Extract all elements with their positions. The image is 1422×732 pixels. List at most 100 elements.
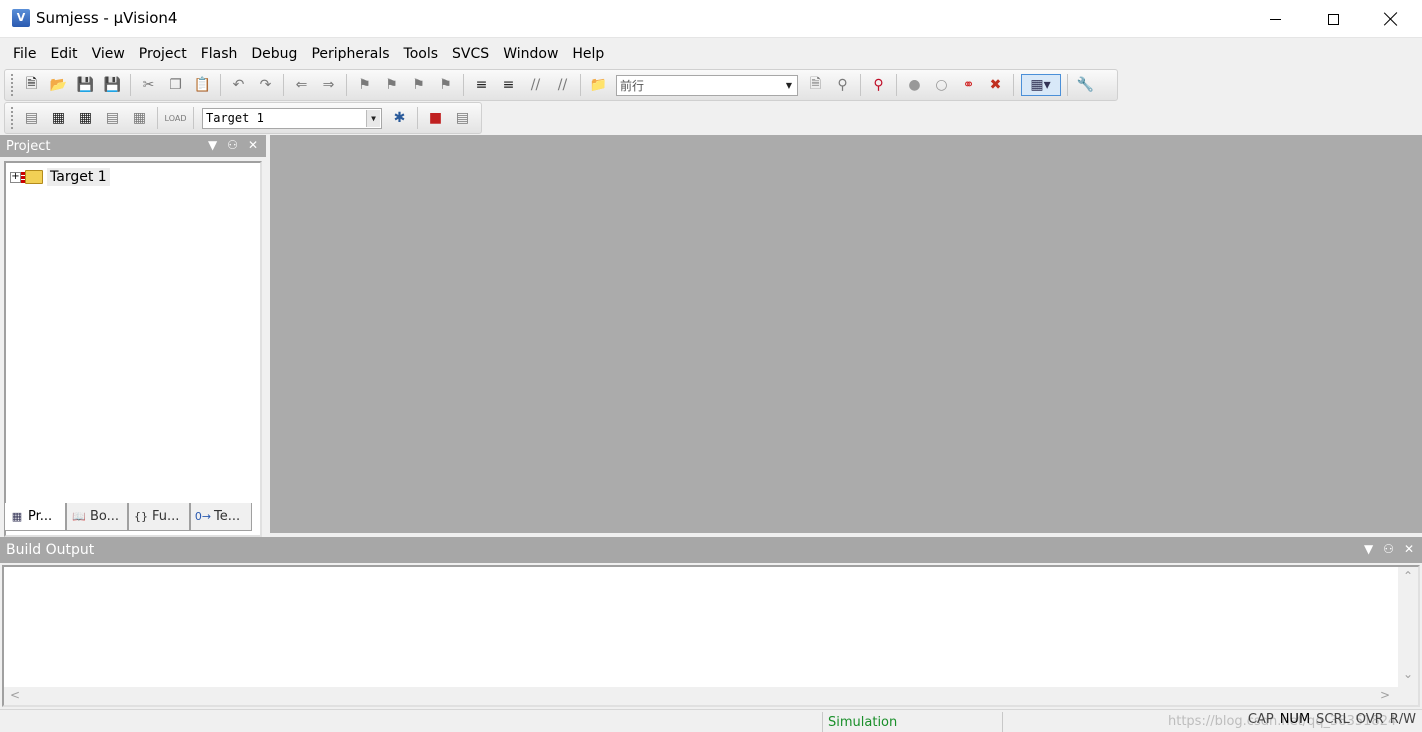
rebuild-icon[interactable]: ▦ [75, 107, 97, 129]
pin-icon[interactable]: ⚇ [1383, 542, 1394, 556]
multi-project-icon[interactable]: ▤ [452, 107, 474, 129]
tab-functions[interactable]: {} Fu... [128, 503, 190, 531]
bookmark-prev-icon[interactable]: ⚑ [381, 74, 403, 96]
find-combo[interactable]: 前行 ▼ [616, 74, 798, 96]
find-combo-value: 前行 [620, 78, 645, 93]
enable-breakpoint-icon[interactable]: ○ [931, 74, 953, 96]
find-in-files-icon[interactable]: 📁 [588, 74, 610, 96]
menu-window[interactable]: Window [496, 42, 565, 66]
redo-icon[interactable]: ↷ [255, 74, 277, 96]
close-icon[interactable]: ✕ [1404, 542, 1414, 556]
tab-project[interactable]: ▦ Pr... [4, 503, 66, 531]
stop-build-icon[interactable]: ▦ [129, 107, 151, 129]
disable-breakpoints-icon[interactable]: ⚭ [958, 74, 980, 96]
manage-components-icon[interactable]: ■ [425, 107, 447, 129]
indent-icon[interactable]: ≡ [471, 74, 493, 96]
menu-help[interactable]: Help [565, 42, 611, 66]
undo-icon[interactable]: ↶ [228, 74, 250, 96]
paste-icon[interactable]: 📋 [192, 74, 214, 96]
bookmark-toggle-icon[interactable]: ⚑ [354, 74, 376, 96]
menu-project[interactable]: Project [132, 42, 194, 66]
cut-icon[interactable]: ✂ [138, 74, 160, 96]
project-panel-header: Project ▼ ⚇ ✕ [0, 135, 266, 157]
menu-tools[interactable]: Tools [397, 42, 446, 66]
download-load-icon[interactable]: LOAD [165, 107, 187, 129]
file-toolbar: 🗎 📂 💾 💾 ✂ ❐ 📋 ↶ ↷ ⇐ ⇒ ⚑ ⚑ ⚑ ⚑ ≡ ≡ // // … [4, 69, 1118, 101]
build-toolbar: ▤ ▦ ▦ ▤ ▦ LOAD Target 1 ▼ ✱ ■ ▤ [4, 102, 482, 134]
templates-icon: 0→ [194, 510, 212, 523]
project-window-icon: ▦ [11, 510, 23, 523]
scroll-left-icon[interactable]: < [10, 688, 20, 702]
find-icon[interactable]: 🗎 [805, 74, 827, 96]
tree-item-target[interactable]: + Target 1 [10, 167, 110, 187]
configure-wrench-icon[interactable]: 🔧 [1075, 74, 1097, 96]
tab-templates[interactable]: 0→ Te... [190, 503, 252, 531]
uncomment-icon[interactable]: // [552, 74, 574, 96]
unindent-icon[interactable]: ≡ [498, 74, 520, 96]
target-options-icon[interactable]: ✱ [389, 107, 411, 129]
horizontal-scrollbar[interactable]: < > [4, 687, 1418, 705]
separator [130, 74, 131, 96]
kill-breakpoints-icon[interactable]: ✖ [985, 74, 1007, 96]
window-layout-icon[interactable]: ▦▾ [1020, 74, 1061, 96]
menu-file[interactable]: File [6, 42, 43, 66]
title-bar: V Sumjess - μVision4 [0, 0, 1422, 38]
navigate-forward-icon[interactable]: ⇒ [318, 74, 340, 96]
status-keys: CAP NUM SCRL OVR R/W [1248, 712, 1416, 727]
menu-svcs[interactable]: SVCS [445, 42, 496, 66]
separator [896, 74, 897, 96]
build-icon[interactable]: ▦ [48, 107, 70, 129]
tab-books[interactable]: 📖 Bo... [66, 503, 128, 531]
incremental-find-icon[interactable]: ⚲ [832, 74, 854, 96]
maximize-button[interactable] [1304, 0, 1362, 38]
scroll-down-icon[interactable]: ⌄ [1403, 667, 1413, 681]
menu-peripherals[interactable]: Peripherals [304, 42, 396, 66]
chevron-down-icon[interactable]: ▼ [1364, 542, 1373, 556]
save-all-icon[interactable]: 💾 [102, 74, 124, 96]
new-file-icon[interactable]: 🗎 [21, 74, 43, 96]
toolbar-grip[interactable] [11, 74, 14, 96]
separator [417, 107, 418, 129]
start-debug-icon[interactable]: ⚲ [868, 74, 890, 96]
status-num: NUM [1279, 712, 1311, 727]
toolbar-grip[interactable] [11, 107, 14, 129]
navigate-back-icon[interactable]: ⇐ [291, 74, 313, 96]
vertical-scrollbar[interactable]: ⌃ ⌄ [1398, 567, 1418, 687]
translate-icon[interactable]: ▤ [21, 107, 43, 129]
insert-breakpoint-icon[interactable]: ● [904, 74, 926, 96]
close-icon[interactable]: ✕ [248, 138, 258, 152]
project-tree[interactable]: + Target 1 [4, 161, 262, 537]
comment-icon[interactable]: // [525, 74, 547, 96]
pin-icon[interactable]: ⚇ [227, 138, 238, 152]
bookmark-clear-icon[interactable]: ⚑ [435, 74, 457, 96]
menu-flash[interactable]: Flash [194, 42, 245, 66]
close-button[interactable] [1362, 0, 1420, 38]
minimize-icon [1269, 18, 1281, 20]
separator [346, 74, 347, 96]
separator [157, 107, 158, 129]
chevron-down-icon[interactable]: ▼ [782, 77, 796, 94]
save-icon[interactable]: 💾 [75, 74, 97, 96]
minimize-button[interactable] [1246, 0, 1304, 38]
menu-edit[interactable]: Edit [43, 42, 84, 66]
copy-icon[interactable]: ❐ [165, 74, 187, 96]
chevron-down-icon[interactable]: ▼ [366, 109, 380, 127]
target-select[interactable]: Target 1 ▼ [202, 107, 382, 129]
build-output-header: Build Output ▼ ⚇ ✕ [0, 537, 1422, 563]
expand-plus-icon[interactable]: + [10, 171, 21, 183]
menu-view[interactable]: View [85, 42, 132, 66]
bookmark-next-icon[interactable]: ⚑ [408, 74, 430, 96]
open-folder-icon[interactable]: 📂 [48, 74, 70, 96]
scroll-right-icon[interactable]: > [1380, 688, 1390, 702]
menu-debug[interactable]: Debug [244, 42, 304, 66]
tree-item-label[interactable]: Target 1 [47, 168, 110, 186]
status-bar: Simulation https://blog.csdn.net/qq_3835… [0, 709, 1422, 732]
batch-build-icon[interactable]: ▤ [102, 107, 124, 129]
panel-header-controls: ▼ ⚇ ✕ [208, 138, 258, 152]
project-panel-title: Project [6, 138, 51, 154]
tab-project-label: Pr... [28, 509, 53, 524]
build-output-text[interactable]: ⌃ ⌄ < > [2, 565, 1420, 707]
uvision-app-icon[interactable]: V [12, 9, 30, 27]
chevron-down-icon[interactable]: ▼ [208, 138, 217, 152]
scroll-up-icon[interactable]: ⌃ [1403, 569, 1413, 583]
